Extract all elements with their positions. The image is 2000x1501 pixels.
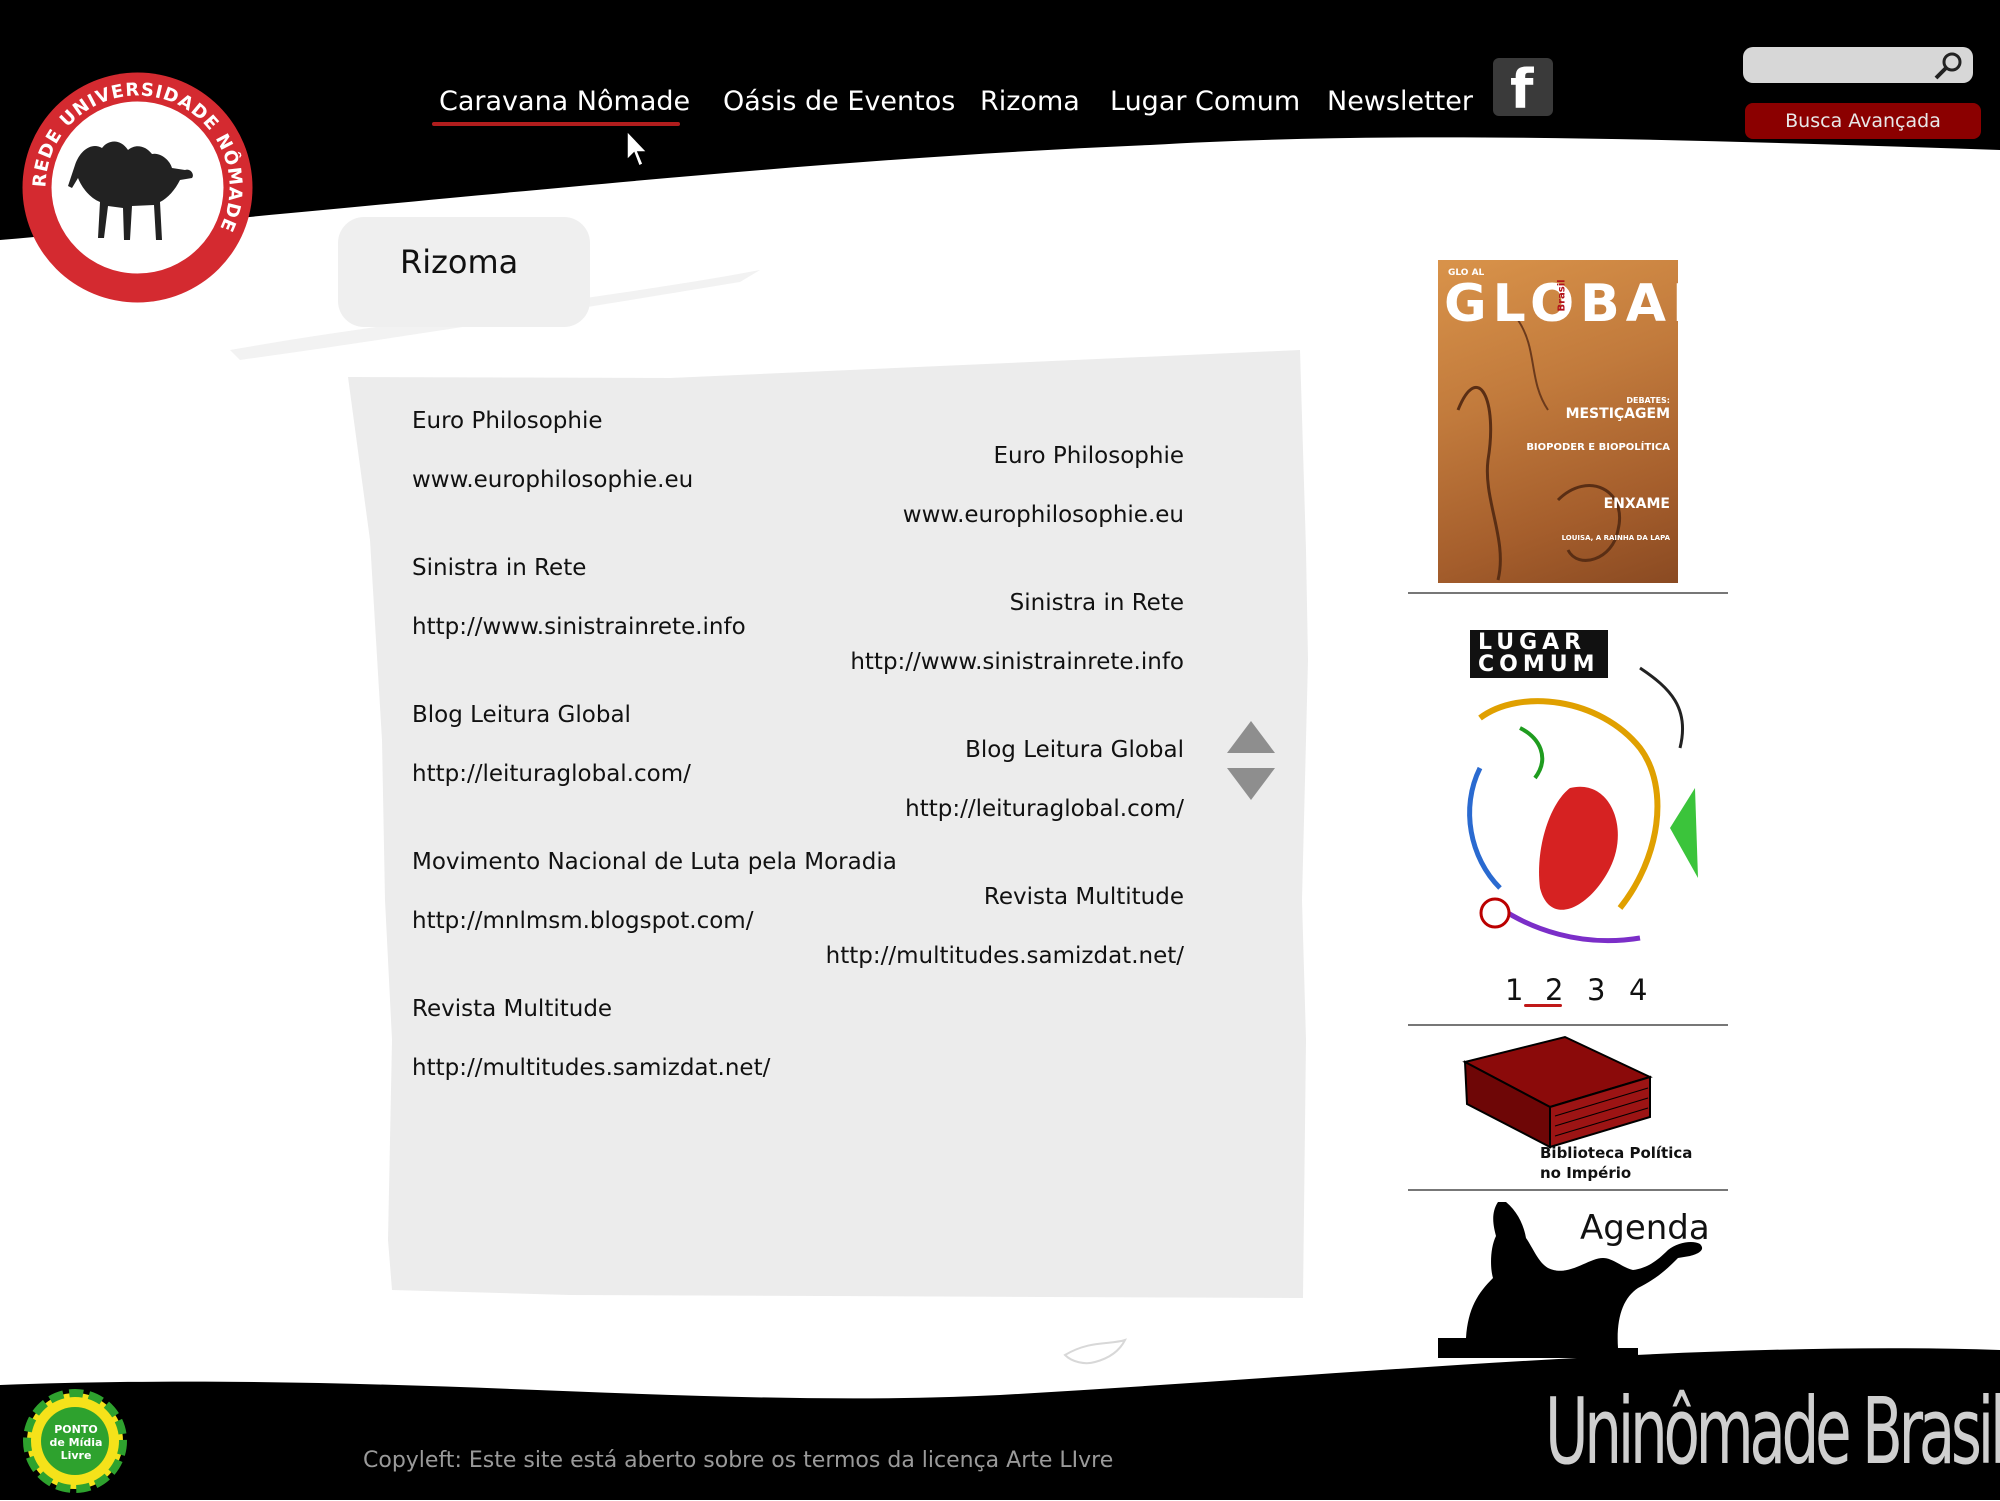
link-url-sinistrainrete-right[interactable]: http://www.sinistrainrete.info [850,649,1184,675]
link-name-revista-multitude[interactable]: Revista Multitude [412,996,612,1022]
pagination-active-underline [1524,1004,1562,1007]
search-box [1743,47,1973,83]
cover-headline-5: LOUISA, A RAINHA DA LAPA [1561,534,1670,542]
pagination-1[interactable]: 1 [1505,973,1523,1007]
cover-headline-3: BIOPODER E BIOPOLÍTICA [1526,442,1670,453]
link-url-mnlmsm[interactable]: http://mnlmsm.blogspot.com/ [412,908,753,934]
nav-caravana-nomade[interactable]: Caravana Nômade [439,86,690,117]
link-url-leituraglobal-right[interactable]: http://leituraglobal.com/ [905,796,1184,822]
cover-headline-1: DEBATES: [1626,396,1670,405]
facebook-icon: f [1510,58,1534,121]
global-magazine-cover[interactable]: GLO AL GLOBAL Brasil DEBATES: MESTIÇAGEM… [1438,260,1678,583]
nav-newsletter[interactable]: Newsletter [1327,86,1473,117]
link-name-euro-philosophie[interactable]: Euro Philosophie [412,408,603,434]
cover-headline-2: MESTIÇAGEM [1565,406,1670,422]
facebook-link[interactable]: f [1493,58,1553,121]
nav-lugar-comum[interactable]: Lugar Comum [1110,86,1300,117]
link-name-sinistra-in-rete[interactable]: Sinistra in Rete [412,555,586,581]
nav-rizoma[interactable]: Rizoma [980,86,1080,117]
link-url-europhilosophie[interactable]: www.europhilosophie.eu [412,467,693,493]
link-name-blog-leitura-global-right[interactable]: Blog Leitura Global [965,737,1184,763]
link-name-mnlm[interactable]: Movimento Nacional de Luta pela Moradia [412,849,897,875]
lugar-comum-cover[interactable]: LUGAR COMUM [1440,628,1700,966]
link-name-sinistra-in-rete-right[interactable]: Sinistra in Rete [1010,590,1184,616]
cover-headline-4: ENXAME [1603,496,1670,512]
scroll-up-arrow-icon[interactable] [1227,721,1275,753]
search-input[interactable] [1757,51,1931,79]
link-url-europhilosophie-right[interactable]: www.europhilosophie.eu [903,502,1184,528]
lugar-comum-line1: LUGAR [1478,630,1587,655]
sidebar-divider-1 [1408,592,1728,594]
library-label-line1: Biblioteca Política [1540,1144,1693,1162]
copyleft-notice: Copyleft: Este site está aberto sobre os… [363,1448,1114,1473]
link-url-leituraglobal[interactable]: http://leituraglobal.com/ [412,761,691,787]
cover-drawing-art [1467,666,1698,944]
section-tab: Rizoma [338,217,590,327]
lugar-comum-title-box: LUGAR COMUM [1470,630,1608,678]
pagination-4[interactable]: 4 [1629,973,1647,1007]
pagination-2[interactable]: 2 [1545,973,1563,1007]
agenda-link[interactable]: Agenda [1438,1198,1728,1368]
site-logo[interactable]: REDE UNIVERSIDADE NÔMADE [20,70,255,305]
mouse-cursor-icon [626,130,648,168]
search-icon[interactable] [1933,51,1963,81]
link-url-multitudes[interactable]: http://multitudes.samizdat.net/ [412,1055,770,1081]
nav-oasis-de-eventos[interactable]: Oásis de Eventos [723,86,955,117]
sidebar-divider-3 [1408,1189,1728,1191]
link-name-blog-leitura-global[interactable]: Blog Leitura Global [412,702,631,728]
library-link[interactable]: Biblioteca Política no Império [1455,1032,1715,1192]
scroll-down-arrow-icon[interactable] [1227,768,1275,800]
library-label-line2: no Império [1540,1164,1632,1182]
section-title: Rizoma [400,243,519,281]
link-name-euro-philosophie-right[interactable]: Euro Philosophie [993,443,1184,469]
lugar-comum-line2: COMUM [1478,652,1600,677]
badge-text: PONTO de Mídia Livre [49,1423,103,1462]
book-icon [1462,1035,1653,1149]
link-url-sinistrainrete[interactable]: http://www.sinistrainrete.info [412,614,746,640]
ponto-midia-livre-badge[interactable]: PONTO de Mídia Livre [18,1385,133,1497]
pagination-3[interactable]: 3 [1587,973,1605,1007]
footer-brand: Uninômade Brasil [1545,1378,2000,1485]
agenda-label: Agenda [1580,1208,1710,1248]
advanced-search-button[interactable]: Busca Avançada [1745,103,1981,139]
camel-logo-icon: REDE UNIVERSIDADE NÔMADE [22,72,253,303]
link-name-revista-multitude-right[interactable]: Revista Multitude [984,884,1184,910]
link-url-multitudes-right[interactable]: http://multitudes.samizdat.net/ [826,943,1184,969]
sidebar-divider-2 [1408,1024,1728,1026]
cover-subtitle: Brasil [1556,279,1568,312]
nav-active-underline [432,122,680,126]
